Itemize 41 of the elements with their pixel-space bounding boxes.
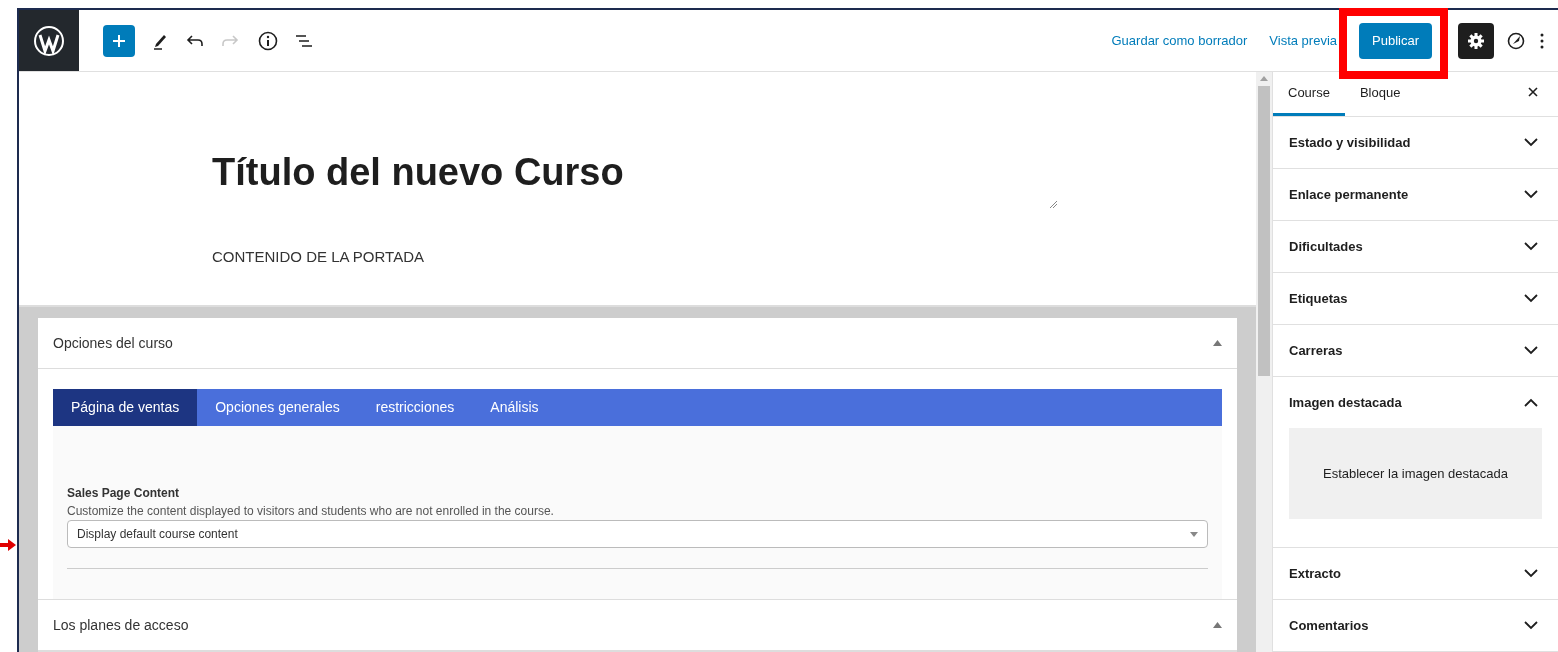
wordpress-icon xyxy=(33,24,65,57)
annotation-arrow xyxy=(0,538,17,552)
featured-image-button[interactable]: Establecer la imagen destacada xyxy=(1289,428,1542,519)
panel-header[interactable]: Imagen destacada xyxy=(1273,377,1558,428)
scrollbar[interactable] xyxy=(1256,72,1272,652)
panel-header[interactable]: Extracto xyxy=(1273,548,1558,599)
close-icon[interactable] xyxy=(1528,87,1538,97)
field-label: Sales Page Content xyxy=(67,485,181,502)
metabox-title[interactable]: Opciones del curso xyxy=(53,332,173,354)
undo-icon[interactable] xyxy=(186,33,204,48)
panel-header[interactable]: Comentarios xyxy=(1273,600,1558,651)
add-block-button[interactable] xyxy=(103,24,135,57)
panel-header[interactable]: Enlace permanente xyxy=(1273,169,1558,220)
resize-handle-icon[interactable] xyxy=(1049,200,1058,209)
settings-button[interactable] xyxy=(1458,22,1494,59)
content-select[interactable]: Display default course content xyxy=(67,520,1208,548)
metabox-title[interactable]: Los planes de acceso xyxy=(53,614,189,636)
dropdown-arrow-icon xyxy=(1190,531,1198,537)
field-description: Customize the content displayed to visitors and students who are not enrolled in the course. xyxy=(67,503,555,520)
panel-header[interactable]: Etiquetas xyxy=(1273,273,1558,324)
options-tab[interactable]: Opciones generales xyxy=(197,389,358,426)
post-title[interactable]: Título del nuevo Curso xyxy=(212,144,624,201)
options-tab[interactable]: Página de ventas xyxy=(53,389,198,426)
settings-icon xyxy=(1467,31,1485,50)
toolbar-link[interactable]: Guardar como borrador xyxy=(1111,30,1248,51)
panel-header[interactable]: Dificultades xyxy=(1273,221,1558,272)
info-icon[interactable] xyxy=(258,30,278,51)
list-view-icon[interactable] xyxy=(294,32,314,49)
sidebar-tab[interactable]: Bloque xyxy=(1344,72,1416,116)
plus-icon xyxy=(112,33,126,48)
publish-button[interactable]: Publicar xyxy=(1359,22,1432,59)
toolbar-link[interactable]: Vista previa xyxy=(1269,30,1338,51)
post-content[interactable]: CONTENIDO DE LA PORTADA xyxy=(212,246,424,269)
panel-header[interactable]: Estado y visibilidad xyxy=(1273,117,1558,168)
options-tab[interactable]: Análisis xyxy=(472,389,557,426)
more-options-icon[interactable] xyxy=(1540,32,1544,49)
panel-header[interactable]: Carreras xyxy=(1273,325,1558,376)
wordpress-logo[interactable] xyxy=(19,10,79,71)
options-tab[interactable]: restricciones xyxy=(357,389,473,426)
scrollbar-thumb[interactable] xyxy=(1258,86,1270,376)
sidebar-tab[interactable]: Course xyxy=(1273,72,1345,116)
